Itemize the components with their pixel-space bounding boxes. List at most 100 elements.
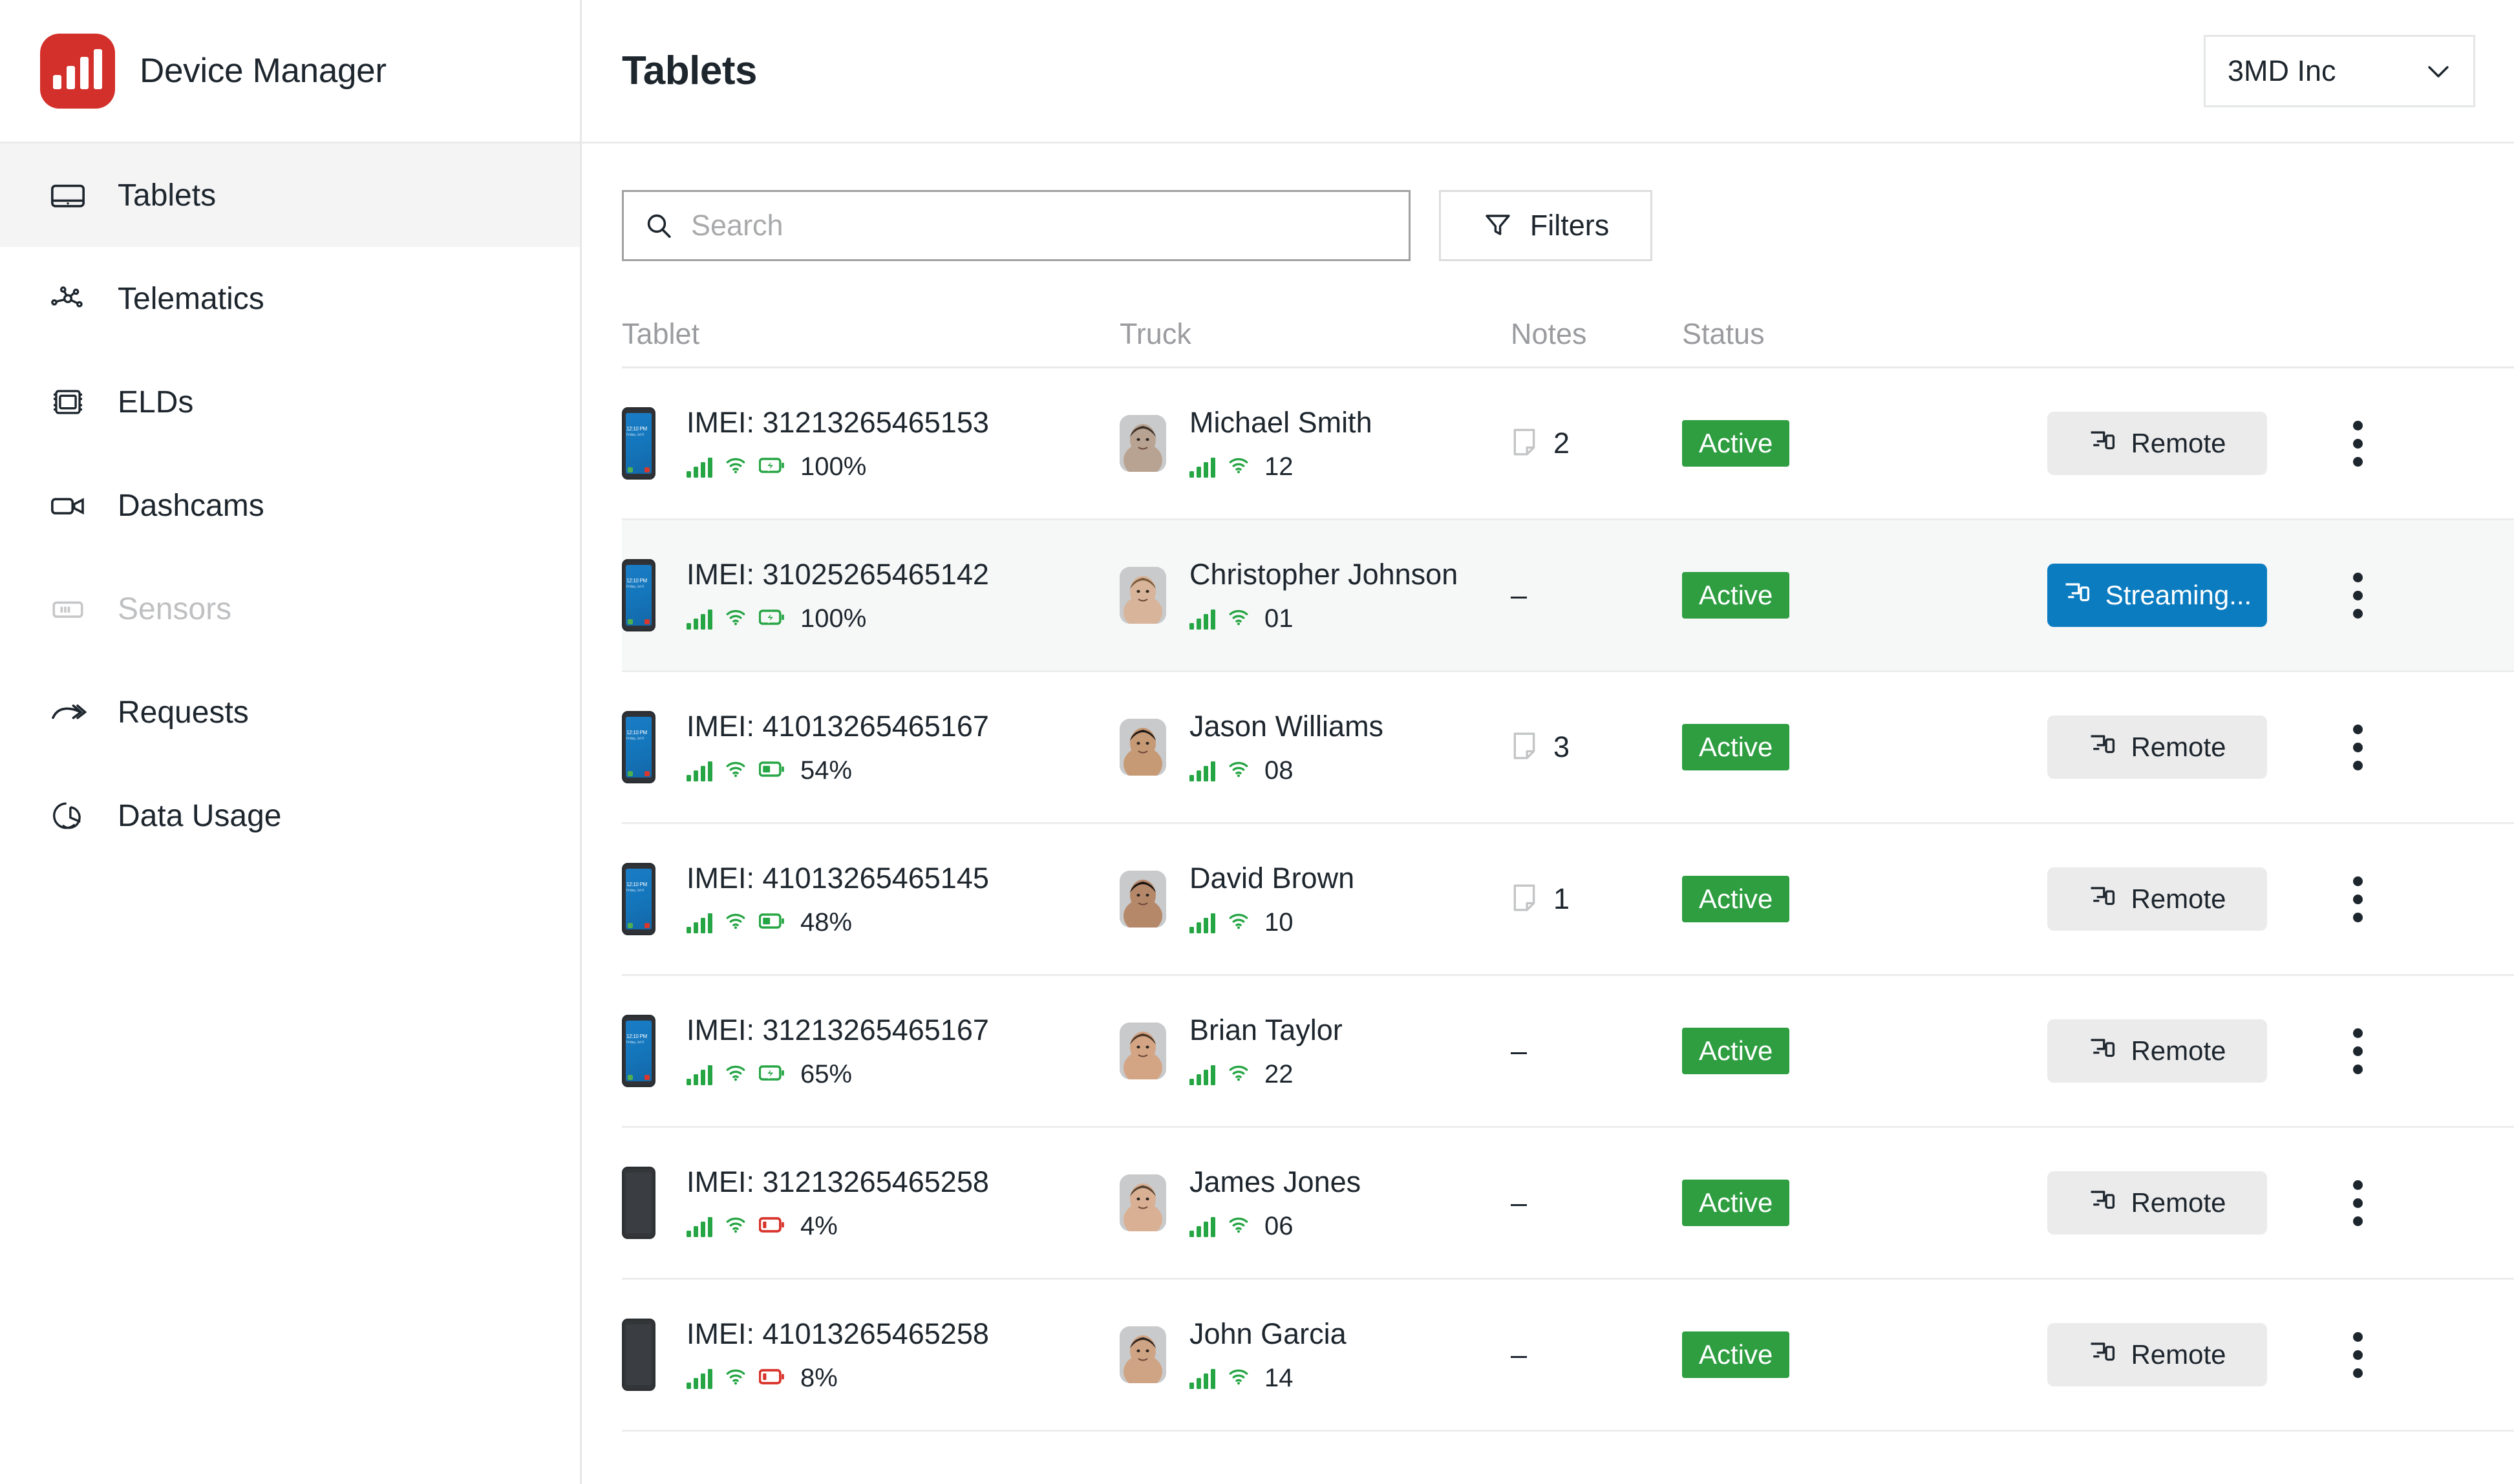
search-input[interactable] [691, 209, 1389, 242]
cell-action: Remote [2018, 716, 2296, 779]
cell-menu [2296, 1180, 2419, 1226]
action-button-label: Remote [2131, 1339, 2226, 1370]
cell-tablet: 12:10 PM Friday, Jul 9 IMEI: 4101326546514… [622, 862, 1120, 937]
cell-action: Remote [2018, 1171, 2296, 1235]
truck-info: Michael Smith 12 [1189, 406, 1372, 482]
row-overflow-menu-icon[interactable] [2352, 420, 2363, 467]
remote-screen-icon [2088, 1034, 2116, 1068]
table-row[interactable]: 12:10 PM Friday, Jul 9 IMEI: 4101326546516… [622, 672, 2514, 824]
battery-low-icon [758, 1366, 785, 1391]
table-row[interactable]: 12:10 PM Friday, Jul 9 IMEI: 3121326546516… [622, 976, 2514, 1128]
thumbnail-date: Friday, Jul 9 [626, 737, 644, 741]
cell-notes: 1 [1511, 882, 1682, 916]
column-header-truck: Truck [1120, 317, 1191, 350]
org-selector[interactable]: 3MD Inc [2204, 34, 2475, 107]
bar-chart-logo-icon [40, 33, 115, 109]
cell-signal-icon [1189, 1367, 1215, 1389]
device-status-row: 100% [687, 452, 989, 482]
notes-count: 1 [1553, 882, 1570, 915]
device-info: IMEI: 31213265465153 100% [687, 406, 989, 482]
row-overflow-menu-icon[interactable] [2352, 1028, 2363, 1074]
notes-empty: – [1511, 1338, 1528, 1371]
cell-truck: James Jones 06 [1120, 1165, 1511, 1241]
sidebar-item-requests[interactable]: Requests [0, 661, 580, 764]
action-button-label: Remote [2131, 1035, 2226, 1066]
status-badge: Active [1682, 724, 1790, 770]
remote-button[interactable]: Remote [2047, 867, 2267, 931]
wifi-icon [1227, 909, 1250, 936]
tablet-thumbnail: 12:10 PM Friday, Jul 9 [622, 407, 655, 480]
remote-button[interactable]: Remote [2047, 1171, 2267, 1235]
sidebar-item-label: Data Usage [118, 798, 282, 833]
table-row[interactable]: 12:10 PM Friday, Jul 9 IMEI: 3102526546514… [622, 520, 2514, 672]
battery-percent: 8% [800, 1363, 838, 1392]
table-row[interactable]: IMEI: 41013265465258 8% John Garcia 14 – Acti… [622, 1280, 2514, 1432]
wifi-icon [724, 454, 747, 480]
wifi-icon [724, 758, 747, 784]
cell-action: Remote [2018, 1323, 2296, 1386]
avatar [1120, 1174, 1166, 1231]
device-status-row: 100% [687, 604, 989, 633]
truck-number: 22 [1264, 1059, 1294, 1088]
filters-button-label: Filters [1529, 209, 1610, 242]
main-content: Tablets 3MD Inc Filters [582, 0, 2514, 1484]
row-overflow-menu-icon[interactable] [2352, 572, 2363, 619]
filters-button[interactable]: Filters [1439, 190, 1652, 261]
remote-screen-icon [2088, 426, 2116, 461]
device-status-row: 54% [687, 756, 989, 785]
driver-name: John Garcia [1189, 1317, 1347, 1350]
sidebar-item-data-usage[interactable]: Data Usage [0, 764, 580, 867]
cell-truck: Brian Taylor 22 [1120, 1013, 1511, 1089]
table-row[interactable]: 12:10 PM Friday, Jul 9 IMEI: 3121326546515… [622, 368, 2514, 520]
avatar [1120, 719, 1166, 776]
sidebar-item-dashcams[interactable]: Dashcams [0, 454, 580, 557]
notes-count: 3 [1553, 730, 1570, 763]
row-overflow-menu-icon[interactable] [2352, 876, 2363, 922]
wifi-icon [1227, 1365, 1250, 1392]
truck-info: David Brown 10 [1189, 862, 1354, 937]
sidebar-item-tablets[interactable]: Tablets [0, 143, 580, 247]
row-overflow-menu-icon[interactable] [2352, 1180, 2363, 1226]
table-row[interactable]: 12:10 PM Friday, Jul 9 IMEI: 4101326546514… [622, 824, 2514, 976]
sidebar-item-label: Dashcams [118, 488, 264, 523]
cell-menu [2296, 724, 2419, 770]
truck-status-row: 22 [1189, 1060, 1343, 1089]
battery-charging-icon [758, 1062, 785, 1087]
status-badge: Active [1682, 876, 1790, 922]
remote-screen-icon [2088, 1337, 2116, 1372]
status-badge: Active [1682, 572, 1790, 619]
truck-info: John Garcia 14 [1189, 1317, 1347, 1393]
table-row[interactable]: IMEI: 31213265465258 4% James Jones 06 – Acti… [622, 1128, 2514, 1280]
cell-truck: Christopher Johnson 01 [1120, 558, 1511, 633]
cell-menu [2296, 1028, 2419, 1074]
cell-notes: – [1511, 1338, 1682, 1372]
row-overflow-menu-icon[interactable] [2352, 1331, 2363, 1378]
row-overflow-menu-icon[interactable] [2352, 724, 2363, 770]
thumbnail-clock: 12:10 PM [626, 578, 647, 584]
truck-number: 14 [1264, 1363, 1294, 1392]
cell-status: Active [1682, 724, 2018, 770]
driver-name: James Jones [1189, 1165, 1361, 1198]
search-box[interactable] [622, 190, 1411, 261]
wifi-icon [724, 1061, 747, 1088]
org-selector-value: 3MD Inc [2228, 54, 2336, 87]
streaming-button[interactable]: Streaming... [2047, 564, 2267, 627]
device-imei: IMEI: 41013265465258 [687, 1317, 989, 1350]
sidebar-item-elds[interactable]: ELDs [0, 350, 580, 454]
table-header: Tablet Truck Notes Status [622, 301, 2514, 368]
remote-button[interactable]: Remote [2047, 412, 2267, 475]
tablet-thumbnail: 12:10 PM Friday, Jul 9 [622, 1015, 655, 1087]
tablet-thumbnail: 12:10 PM Friday, Jul 9 [622, 559, 655, 631]
notes-empty: – [1511, 1034, 1528, 1067]
remote-button[interactable]: Remote [2047, 716, 2267, 779]
remote-button[interactable]: Remote [2047, 1019, 2267, 1083]
note-icon [1511, 427, 1538, 460]
device-status-row: 65% [687, 1060, 989, 1089]
thumbnail-clock: 12:10 PM [626, 882, 647, 887]
remote-button[interactable]: Remote [2047, 1323, 2267, 1386]
search-icon [643, 210, 674, 241]
cell-notes: – [1511, 1034, 1682, 1068]
sidebar-item-telematics[interactable]: Telematics [0, 247, 580, 350]
sidebar-item-sensors[interactable]: Sensors [0, 557, 580, 661]
driver-name: Christopher Johnson [1189, 557, 1458, 591]
